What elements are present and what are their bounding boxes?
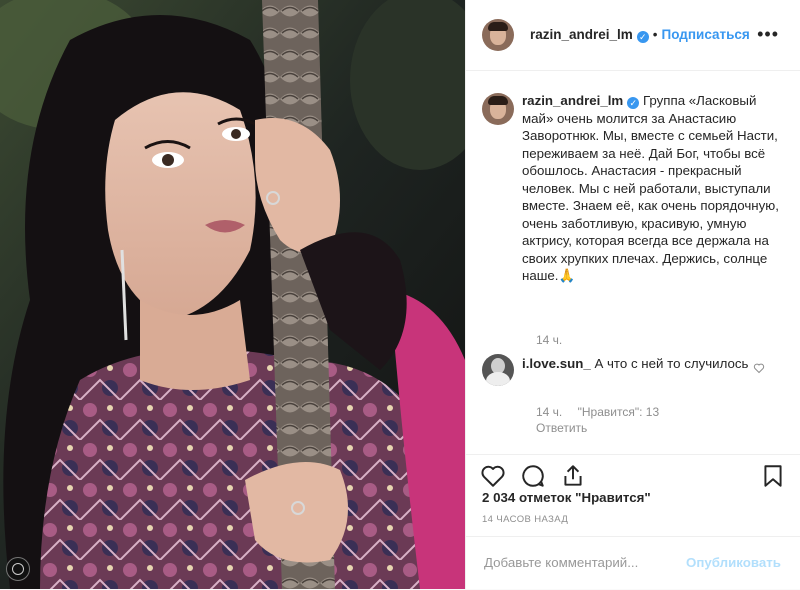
camera-watermark-icon	[6, 557, 30, 581]
likes-number: 2 034 отметок	[482, 490, 572, 505]
caption-username[interactable]: razin_andrei_lm	[522, 93, 623, 108]
author-avatar[interactable]	[482, 19, 514, 51]
follow-button[interactable]: Подписаться	[662, 27, 750, 42]
share-icon[interactable]	[560, 463, 586, 489]
comment: i.love.sun_ А что с ней то случилось	[522, 355, 762, 373]
caption-text: Группа «Ласковый май» очень молится за А…	[522, 93, 779, 283]
caption-time[interactable]: 14 ч.	[536, 333, 562, 347]
verified-badge-icon: ✓	[627, 97, 640, 109]
comment-icon[interactable]	[520, 463, 546, 489]
commenter-avatar[interactable]	[482, 354, 514, 386]
more-options-icon[interactable]: •••	[757, 24, 779, 45]
header-user-line: razin_andrei_lm ✓ • Подписаться	[530, 27, 750, 43]
comments-area[interactable]: razin_andrei_lm ✓ Группа «Ласковый май» о…	[466, 71, 800, 454]
publish-button[interactable]: Опубликовать	[686, 555, 781, 570]
comment-likes[interactable]: "Нравится": 13	[578, 405, 660, 419]
heart-icon[interactable]	[480, 463, 506, 489]
author-username[interactable]: razin_andrei_lm	[530, 27, 633, 42]
caption-author-avatar[interactable]	[482, 93, 514, 125]
instagram-post: razin_andrei_lm ✓ • Подписаться ••• razin_a…	[0, 0, 800, 589]
comment-username[interactable]: i.love.sun_	[522, 356, 591, 371]
likes-word: "Нравится"	[575, 490, 651, 505]
post-time-ago[interactable]: 14 ЧАСОВ НАЗАД	[482, 514, 568, 525]
caption: razin_andrei_lm ✓ Группа «Ласковый май» о…	[522, 92, 784, 285]
photo-illustration	[0, 0, 465, 589]
comment-text: А что с ней то случилось	[594, 356, 749, 371]
post-sidebar: razin_andrei_lm ✓ • Подписаться ••• razin_a…	[465, 0, 800, 589]
verified-badge-icon: ✓	[636, 31, 649, 43]
comment-time[interactable]: 14 ч.	[536, 405, 562, 419]
heart-small-icon[interactable]	[753, 361, 765, 379]
add-comment-bar: Опубликовать	[466, 536, 800, 590]
separator-dot: •	[652, 27, 658, 42]
post-header: razin_andrei_lm ✓ • Подписаться •••	[466, 0, 800, 71]
post-photo[interactable]	[0, 0, 465, 589]
comment-meta: 14 ч. "Нравится": 13	[536, 405, 671, 419]
bookmark-icon[interactable]	[760, 463, 786, 489]
reply-button[interactable]: Ответить	[536, 421, 587, 435]
likes-count[interactable]: 2 034 отметок "Нравится"	[482, 490, 651, 505]
comment-input[interactable]	[482, 554, 706, 571]
